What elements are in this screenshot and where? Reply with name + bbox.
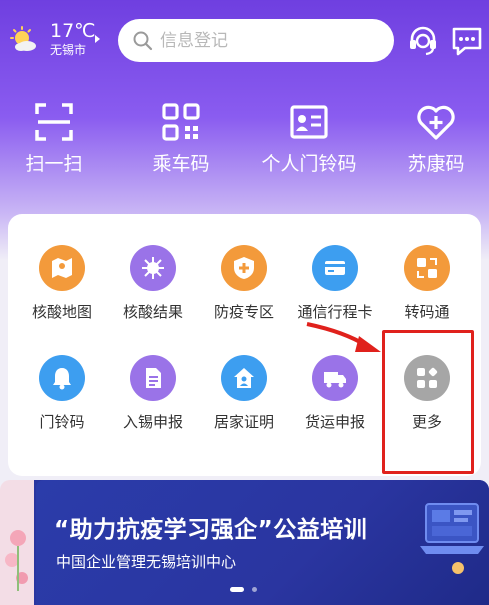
- service-label: 核酸地图: [31, 303, 92, 321]
- quick-action-label: 苏康码: [407, 153, 465, 175]
- service-home-certificate[interactable]: 居家证明: [196, 355, 292, 431]
- laptop-illustration-icon: [420, 503, 484, 574]
- service-epidemic-zone[interactable]: 防疫专区: [196, 245, 292, 321]
- temperature: 17℃: [50, 20, 96, 42]
- service-label: 货运申报: [304, 413, 365, 431]
- service-label: 居家证明: [213, 413, 274, 431]
- banner-title: “助力抗疫学习强企”公益培训: [54, 517, 368, 543]
- search-icon: [133, 31, 153, 50]
- customer-service-icon[interactable]: [406, 24, 440, 58]
- shield-plus-icon: [221, 245, 267, 291]
- truck-icon: [312, 355, 358, 401]
- scan-icon: [35, 103, 73, 141]
- map-icon: [39, 245, 85, 291]
- document-icon: [130, 355, 176, 401]
- qrcode-icon: [162, 103, 200, 141]
- service-freight-declaration[interactable]: 货运申报: [287, 355, 383, 431]
- carousel-dot-active[interactable]: [230, 587, 244, 592]
- quick-action-label: 扫一扫: [25, 153, 83, 175]
- home-icon: [221, 355, 267, 401]
- transfer-code-icon: [404, 245, 450, 291]
- quick-action-label: 个人门铃码: [261, 153, 357, 175]
- sun-cloud-icon: [10, 26, 36, 51]
- carousel-dot[interactable]: [252, 587, 257, 592]
- service-label: 核酸结果: [122, 303, 183, 321]
- service-label: 转码通: [404, 303, 450, 321]
- caret-right-icon: [95, 35, 100, 43]
- service-transfer-code[interactable]: 转码通: [379, 245, 475, 321]
- quick-action-label: 乘车码: [152, 153, 210, 175]
- quick-action-health-code[interactable]: 苏康码: [394, 102, 478, 176]
- service-label: 门铃码: [39, 413, 85, 431]
- banner-subtitle: 中国企业管理无锡培训中心: [56, 553, 237, 571]
- service-label: 入锡申报: [122, 413, 183, 431]
- health-heart-icon: [417, 105, 455, 140]
- service-nucleic-acid-map[interactable]: 核酸地图: [14, 245, 110, 321]
- id-card-icon: [290, 105, 328, 139]
- service-label: 防疫专区: [213, 303, 274, 321]
- card-icon: [312, 245, 358, 291]
- bell-icon: [39, 355, 85, 401]
- quick-action-scan[interactable]: 扫一扫: [14, 102, 94, 176]
- city-name: 无锡市: [50, 43, 87, 57]
- highlight-box: [382, 330, 474, 474]
- service-travel-card[interactable]: 通信行程卡: [287, 245, 383, 321]
- quick-action-doorbell-code[interactable]: 个人门铃码: [254, 102, 364, 176]
- search-bar[interactable]: [118, 19, 394, 62]
- virus-icon: [130, 245, 176, 291]
- search-input[interactable]: [160, 30, 380, 51]
- service-doorbell-code[interactable]: 门铃码: [14, 355, 110, 431]
- quick-action-bus-code[interactable]: 乘车码: [139, 102, 223, 176]
- flower-decoration-icon: [5, 530, 28, 591]
- service-nucleic-acid-result[interactable]: 核酸结果: [105, 245, 201, 321]
- weather-widget[interactable]: 17℃ 无锡市: [10, 20, 105, 60]
- message-icon[interactable]: [450, 24, 484, 58]
- red-arrow-icon: [306, 322, 381, 352]
- service-entry-declaration[interactable]: 入锡申报: [105, 355, 201, 431]
